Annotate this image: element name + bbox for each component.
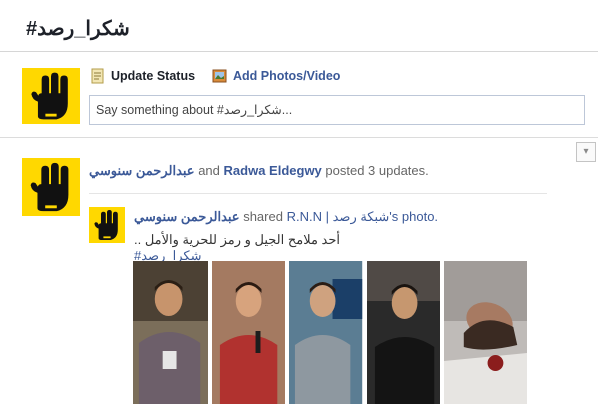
status-input-placeholder: Say something about #شكرا_رصد... bbox=[96, 103, 293, 117]
photo-panel[interactable] bbox=[133, 261, 209, 404]
section-divider bbox=[0, 137, 598, 138]
photo-panel[interactable] bbox=[212, 261, 286, 404]
photo-video-icon bbox=[212, 69, 227, 83]
add-photos-label: Add Photos/Video bbox=[233, 69, 341, 83]
photo-caption: أحد ملامح الجيل و رمز للحرية والأمل .. #… bbox=[134, 232, 340, 264]
story-author-1[interactable]: عبدالرحمن سنوسي bbox=[89, 163, 195, 178]
status-note-icon bbox=[91, 68, 104, 84]
photo-panel[interactable] bbox=[289, 261, 363, 404]
photo-panel[interactable] bbox=[443, 261, 527, 404]
story-avatar[interactable] bbox=[22, 158, 80, 216]
substory-shared-text: shared bbox=[243, 209, 283, 224]
hashtag-header: #شكرا_رصد bbox=[0, 0, 598, 52]
substory-avatar[interactable] bbox=[89, 207, 125, 243]
shared-photo-link[interactable]: 's photo. bbox=[389, 209, 438, 224]
substory-author[interactable]: عبدالرحمن سنوسي bbox=[134, 209, 240, 224]
story-summary-text: posted 3 updates. bbox=[325, 163, 429, 178]
update-status-label: Update Status bbox=[111, 69, 196, 83]
chevron-down-icon: ▾ bbox=[583, 146, 589, 157]
add-photos-button[interactable]: Add Photos/Video bbox=[212, 68, 340, 84]
shared-page-link[interactable]: R.N.N | شبكة رصد bbox=[287, 209, 390, 224]
story-connector: and bbox=[198, 163, 220, 178]
photo-panel[interactable] bbox=[366, 261, 440, 404]
substory-header: عبدالرحمن سنوسي shared R.N.N | شبكة رصد'… bbox=[134, 209, 438, 225]
composer-avatar[interactable] bbox=[22, 68, 80, 124]
story-author-2[interactable]: Radwa Eldegwy bbox=[224, 163, 322, 178]
photo-strip[interactable] bbox=[133, 261, 527, 404]
hashtag-title: #شكرا_رصد bbox=[26, 18, 130, 40]
story-divider bbox=[89, 193, 547, 194]
update-status-button[interactable]: Update Status bbox=[90, 68, 195, 84]
status-input[interactable]: Say something about #شكرا_رصد... bbox=[89, 95, 585, 125]
caption-text: أحد ملامح الجيل و رمز للحرية والأمل .. bbox=[134, 232, 341, 247]
story-options-button[interactable]: ▾ bbox=[576, 142, 596, 162]
story-summary: عبدالرحمن سنوسي and Radwa Eldegwy posted… bbox=[89, 163, 429, 179]
